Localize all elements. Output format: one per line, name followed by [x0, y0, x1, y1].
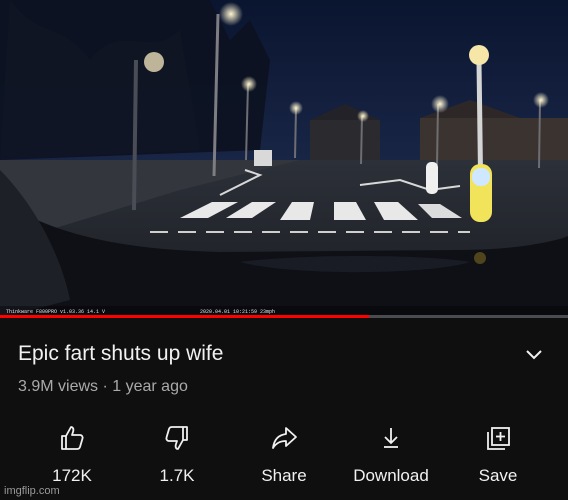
- video-title: Epic fart shuts up wife: [18, 342, 224, 365]
- video-meta: 3.9M views · 1 year ago: [18, 378, 188, 396]
- thumbs-up-icon: [61, 426, 84, 450]
- dashcam-frame: Thinkware F800PRO v1.03.36 14.1 V 2020.0…: [0, 0, 568, 318]
- dislike-count: 1.7K: [159, 466, 195, 485]
- download-label: Download: [353, 466, 429, 485]
- video-player[interactable]: Thinkware F800PRO v1.03.36 14.1 V 2020.0…: [0, 0, 568, 318]
- upload-age: 1 year ago: [112, 378, 188, 395]
- download-button[interactable]: Download: [336, 424, 446, 494]
- thumbs-down-icon: [165, 426, 188, 450]
- progress-bar[interactable]: [0, 315, 568, 318]
- save-button[interactable]: Save: [443, 424, 553, 494]
- action-bar: 172K 1.7K Share Download Save: [0, 424, 568, 494]
- like-count: 172K: [52, 466, 92, 485]
- title-row[interactable]: Epic fart shuts up wife: [18, 340, 554, 372]
- dislike-button[interactable]: 1.7K: [122, 424, 232, 494]
- progress-fill: [0, 315, 370, 318]
- imgflip-watermark: imgflip.com: [4, 485, 60, 497]
- save-label: Save: [478, 466, 518, 485]
- share-label: Share: [261, 466, 307, 485]
- chevron-down-icon[interactable]: [524, 344, 544, 364]
- view-count: 3.9M views: [18, 378, 99, 395]
- share-button[interactable]: Share: [229, 424, 339, 494]
- share-icon: [272, 427, 297, 449]
- save-playlist-icon: [487, 427, 510, 450]
- like-button[interactable]: 172K: [17, 424, 127, 494]
- download-icon: [384, 428, 398, 448]
- meta-separator: ·: [102, 378, 108, 395]
